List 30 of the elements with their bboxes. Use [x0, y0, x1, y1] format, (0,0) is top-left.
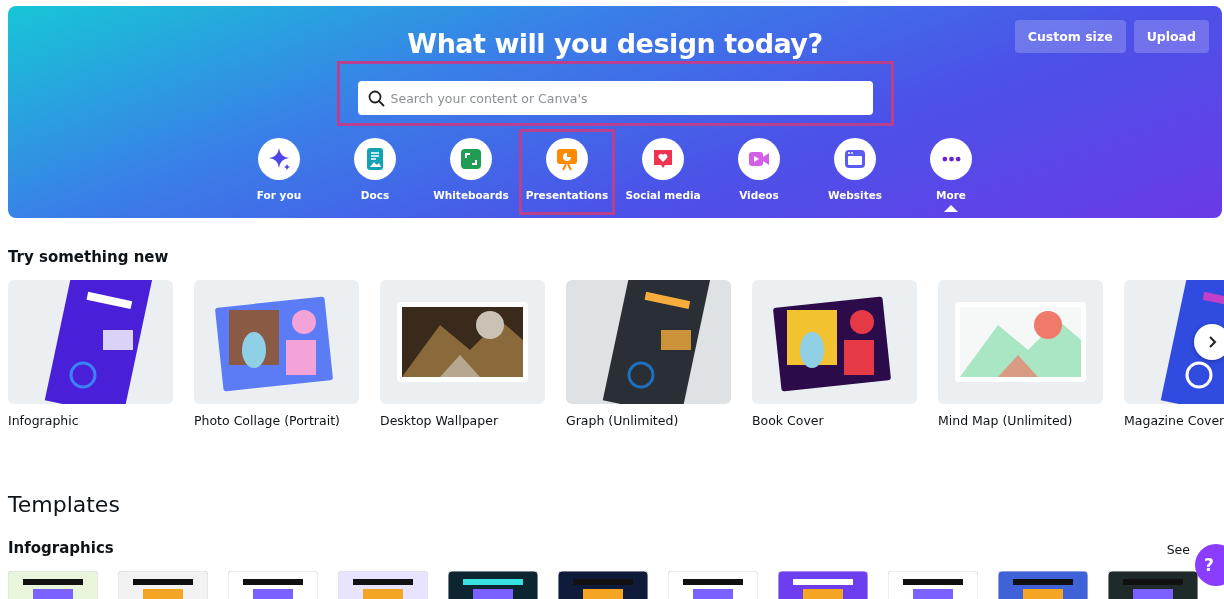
category-button[interactable]: Presentations — [519, 129, 615, 215]
header-button[interactable]: Custom size — [1014, 20, 1126, 53]
presentation-icon — [554, 146, 580, 172]
see-all-link[interactable]: See — [1166, 542, 1190, 557]
section-title: Templates — [8, 492, 121, 517]
whiteboard-icon — [458, 146, 484, 172]
category-button[interactable]: Whiteboards — [423, 129, 519, 215]
hero-title: What will you design today? — [407, 28, 823, 59]
more-icon — [941, 156, 961, 162]
design-type-label[interactable]: Desktop Wallpaper — [380, 413, 545, 428]
selection-pointer — [944, 205, 958, 212]
category-button[interactable]: Docs — [327, 129, 423, 215]
design-type-label[interactable]: Photo Collage (Portrait) — [194, 413, 359, 428]
category-button[interactable]: Videos — [711, 129, 807, 215]
section-heading: Infographics — [8, 539, 114, 557]
design-type-label[interactable]: Book Cover — [752, 413, 917, 428]
category-button[interactable]: More — [903, 129, 999, 215]
search-field[interactable]: Search your content or Canva's — [357, 81, 873, 115]
chevron-right-icon — [1207, 335, 1217, 349]
section-heading: Try something new — [8, 248, 170, 266]
category-button[interactable]: Websites — [807, 129, 903, 215]
design-type-label[interactable]: Magazine Cover — [1124, 413, 1224, 428]
category-button[interactable]: Social media — [615, 129, 711, 215]
help-button[interactable]: ? — [1195, 544, 1224, 586]
design-type-label[interactable]: Mind Map (Unlimited) — [938, 413, 1103, 428]
header-button[interactable]: Upload — [1133, 20, 1209, 53]
design-type-label[interactable]: Graph (Unlimited) — [566, 413, 731, 428]
design-type-label[interactable]: Infographic — [8, 413, 173, 428]
search-icon — [367, 90, 385, 107]
category-button[interactable]: For you — [231, 129, 327, 215]
